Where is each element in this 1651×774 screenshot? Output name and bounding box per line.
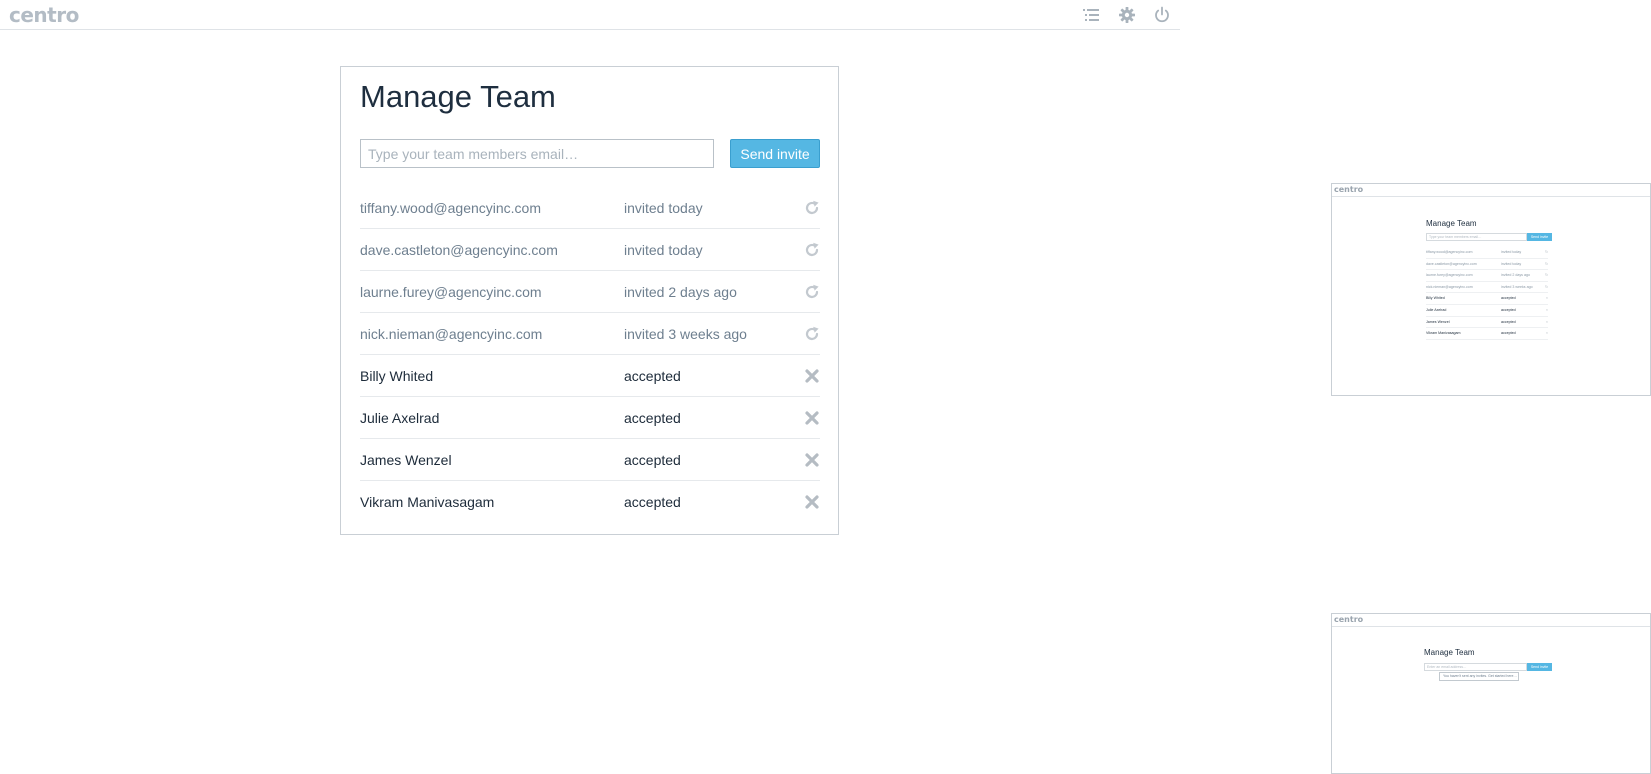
thumbnail-resend-icon: ↻ bbox=[1544, 250, 1548, 254]
member-name: James Wenzel bbox=[360, 452, 452, 468]
resend-icon[interactable] bbox=[804, 200, 820, 216]
thumbnail-row: Billy Whited accepted × bbox=[1426, 293, 1548, 305]
status-text: accepted bbox=[624, 494, 681, 510]
status-text: invited 3 weeks ago bbox=[624, 326, 747, 342]
member-row: James Wenzel accepted bbox=[360, 439, 820, 481]
thumbnail-row-name: Julie Axelrad bbox=[1426, 307, 1447, 312]
thumbnail-resend-icon: ↻ bbox=[1544, 261, 1548, 266]
app-logo[interactable]: centro bbox=[9, 2, 79, 28]
remove-icon[interactable] bbox=[804, 452, 820, 468]
invitee-email: dave.castleton@agencyinc.com bbox=[360, 242, 558, 258]
thumbnail-title: Manage Team bbox=[1424, 648, 1475, 657]
thumbnail-empty-state[interactable]: centro Manage Team Enter an email addres… bbox=[1331, 613, 1651, 774]
invitee-email: laurne.furey@agencyinc.com bbox=[360, 284, 542, 300]
thumbnail-row: Julie Axelrad accepted × bbox=[1426, 305, 1548, 317]
thumbnail-row-status: invited today bbox=[1501, 261, 1522, 266]
member-row: Billy Whited accepted bbox=[360, 355, 820, 397]
thumbnail-row-name: laurne.furey@agencyinc.com bbox=[1426, 273, 1473, 278]
team-list: tiffany.wood@agencyinc.com invited today d… bbox=[360, 187, 820, 523]
thumbnail-send-button: Send invite bbox=[1527, 233, 1552, 241]
thumbnail-row-status: accepted bbox=[1501, 319, 1516, 324]
status-text: invited 2 days ago bbox=[624, 284, 737, 300]
thumbnail-send-button: Send invite bbox=[1527, 663, 1552, 671]
thumbnail-team-list: tiffany.wood@agencyinc.com invited today ↻… bbox=[1426, 247, 1548, 340]
thumbnail-remove-icon: × bbox=[1545, 319, 1548, 324]
thumbnail-row-name: Billy Whited bbox=[1426, 296, 1445, 301]
power-icon[interactable] bbox=[1153, 6, 1171, 24]
thumbnail-resend-icon: ↻ bbox=[1544, 273, 1548, 278]
page-title: Manage Team bbox=[360, 79, 556, 114]
thumbnail-row-status: accepted bbox=[1501, 331, 1516, 336]
thumbnail-row: dave.castleton@agencyinc.com invited toda… bbox=[1426, 259, 1548, 271]
thumbnail-row-name: Vikram Manivasagam bbox=[1426, 331, 1461, 336]
member-row: Julie Axelrad accepted bbox=[360, 397, 820, 439]
thumbnail-row-name: James Wenzel bbox=[1426, 319, 1450, 324]
thumbnail-row-status: accepted bbox=[1501, 296, 1516, 301]
manage-team-panel: Manage Team Send invite tiffany.wood@age… bbox=[340, 66, 839, 535]
thumbnail-remove-icon: × bbox=[1545, 331, 1548, 336]
list-icon[interactable] bbox=[1082, 6, 1100, 24]
remove-icon[interactable] bbox=[804, 368, 820, 384]
status-text: invited today bbox=[624, 200, 703, 216]
member-name: Billy Whited bbox=[360, 368, 434, 384]
resend-icon[interactable] bbox=[804, 242, 820, 258]
thumbnail-row-status: accepted bbox=[1501, 307, 1516, 312]
invite-row: dave.castleton@agencyinc.com invited toda… bbox=[360, 229, 820, 271]
remove-icon[interactable] bbox=[804, 410, 820, 426]
thumbnail-top-bar: centro bbox=[1332, 614, 1650, 627]
thumbnail-row: tiffany.wood@agencyinc.com invited today ↻ bbox=[1426, 247, 1548, 259]
thumbnail-remove-icon: × bbox=[1545, 296, 1548, 301]
status-text: accepted bbox=[624, 368, 681, 384]
thumbnail-row-name: dave.castleton@agencyinc.com bbox=[1426, 261, 1477, 266]
thumbnail-logo: centro bbox=[1334, 185, 1364, 194]
thumbnail-row-status: invited today bbox=[1501, 250, 1522, 254]
remove-icon[interactable] bbox=[804, 494, 820, 510]
send-invite-button[interactable]: Send invite bbox=[730, 139, 820, 168]
thumbnail-team-list[interactable]: centro Manage Team Type your team member… bbox=[1331, 183, 1651, 396]
member-row: Vikram Manivasagam accepted bbox=[360, 481, 820, 523]
member-name: Julie Axelrad bbox=[360, 410, 440, 426]
thumbnail-row-name: nick.nieman@agencyinc.com bbox=[1426, 284, 1473, 289]
invitee-email: nick.nieman@agencyinc.com bbox=[360, 326, 543, 342]
email-input[interactable] bbox=[360, 139, 714, 168]
thumbnail-row-status: invited 3 weeks ago bbox=[1501, 284, 1533, 289]
thumbnail-row-name: tiffany.wood@agencyinc.com bbox=[1426, 250, 1473, 254]
thumbnail-resend-icon: ↻ bbox=[1544, 284, 1548, 289]
resend-icon[interactable] bbox=[804, 284, 820, 300]
gear-icon[interactable] bbox=[1118, 6, 1136, 24]
thumbnail-row: laurne.furey@agencyinc.com invited 2 days… bbox=[1426, 270, 1548, 282]
resend-icon[interactable] bbox=[804, 326, 820, 342]
thumbnail-row: Vikram Manivasagam accepted × bbox=[1426, 328, 1548, 340]
member-name: Vikram Manivasagam bbox=[360, 494, 495, 510]
thumbnail-email-input: Enter an email address… bbox=[1424, 663, 1527, 671]
invitee-email: tiffany.wood@agencyinc.com bbox=[360, 200, 542, 216]
thumbnail-row: James Wenzel accepted × bbox=[1426, 317, 1548, 329]
status-text: invited today bbox=[624, 242, 703, 258]
thumbnail-logo: centro bbox=[1334, 615, 1364, 624]
top-bar: centro bbox=[0, 0, 1180, 30]
invite-row: nick.nieman@agencyinc.com invited 3 weeks… bbox=[360, 313, 820, 355]
thumbnail-tooltip: You haven't sent any invites. Get starte… bbox=[1439, 672, 1519, 681]
thumbnail-remove-icon: × bbox=[1545, 307, 1548, 312]
status-text: accepted bbox=[624, 452, 681, 468]
thumbnail-row-status: invited 2 days ago bbox=[1501, 273, 1530, 278]
invite-row: tiffany.wood@agencyinc.com invited today bbox=[360, 187, 820, 229]
thumbnail-title: Manage Team bbox=[1426, 219, 1477, 228]
status-text: accepted bbox=[624, 410, 681, 426]
thumbnail-top-bar: centro bbox=[1332, 184, 1650, 197]
invite-row: laurne.furey@agencyinc.com invited 2 days… bbox=[360, 271, 820, 313]
thumbnail-row: nick.nieman@agencyinc.com invited 3 weeks… bbox=[1426, 282, 1548, 294]
thumbnail-email-input: Type your team members email… bbox=[1426, 233, 1527, 241]
